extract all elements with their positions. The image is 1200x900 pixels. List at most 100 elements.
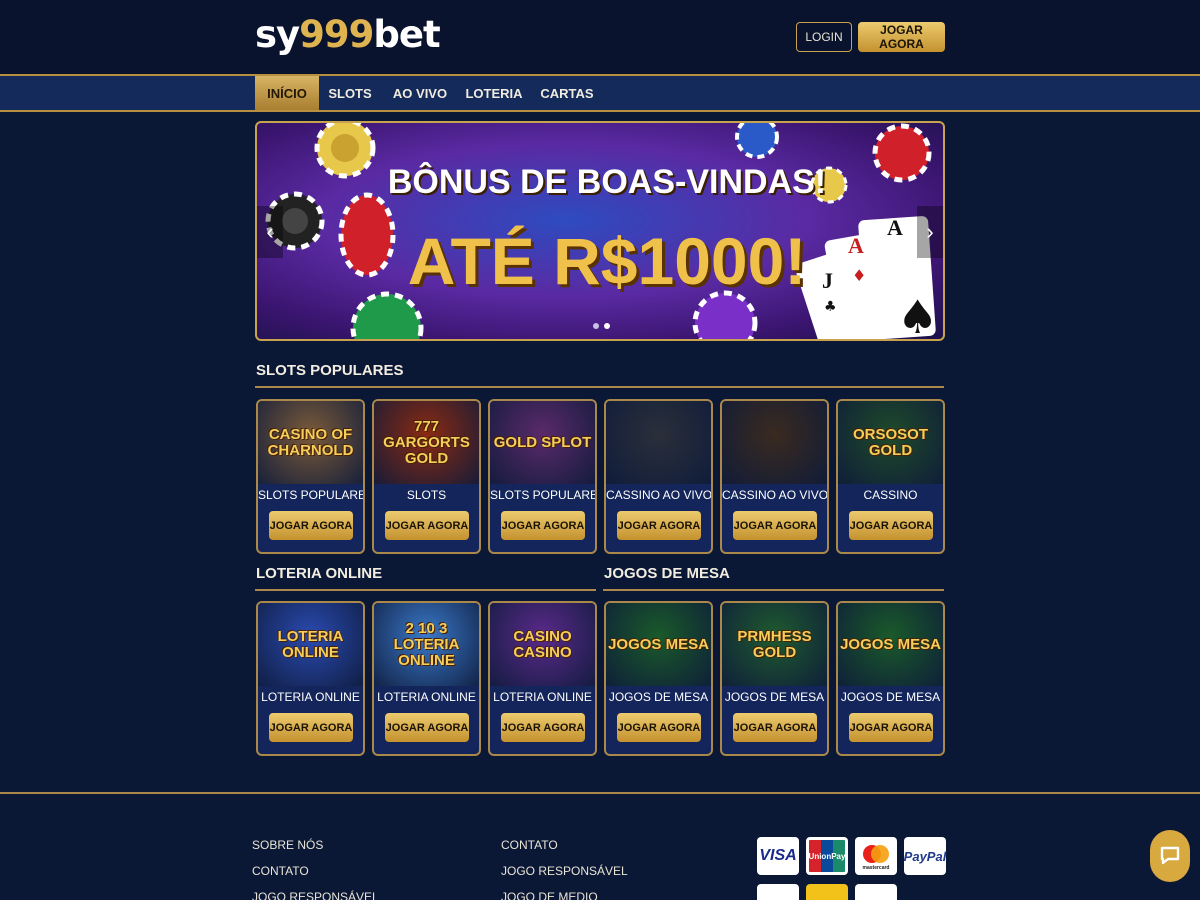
nav-item-slots[interactable]: SLOTS bbox=[322, 76, 378, 110]
poker-chip-icon bbox=[872, 123, 932, 183]
play-now-button[interactable]: JOGAR AGORA bbox=[501, 713, 585, 742]
payment-icon bbox=[855, 884, 897, 900]
play-now-button[interactable]: JOGAR AGORA bbox=[269, 713, 353, 742]
chevron-left-icon[interactable]: ‹ bbox=[257, 206, 283, 258]
section-divider bbox=[603, 589, 944, 591]
svg-text:♠: ♠ bbox=[897, 290, 938, 341]
game-card[interactable]: JOGOS MESA JOGOS DE MESA JOGAR AGORA bbox=[836, 601, 945, 756]
poker-chip-icon bbox=[735, 123, 779, 159]
game-thumbnail[interactable]: ORSOSOT GOLD bbox=[838, 401, 943, 484]
play-now-button[interactable]: JOGAR AGORA bbox=[617, 511, 701, 540]
play-now-button[interactable]: JOGAR AGORA bbox=[849, 511, 933, 540]
nav-item-inicio[interactable]: INÍCIO bbox=[255, 76, 319, 110]
game-thumbnail[interactable]: CASINO OF CHARNOLD bbox=[258, 401, 363, 484]
login-button[interactable]: LOGIN bbox=[796, 22, 852, 52]
section-divider bbox=[255, 386, 944, 388]
game-card-label: SLOTS POPULARES bbox=[258, 488, 365, 502]
game-thumbnail[interactable] bbox=[606, 401, 711, 484]
carousel-dots bbox=[593, 323, 610, 329]
logo-text-bet: bet bbox=[373, 13, 440, 56]
footer-link[interactable]: JOGO DE MEDIO bbox=[501, 890, 598, 900]
game-thumbnail[interactable]: JOGOS MESA bbox=[838, 603, 943, 686]
game-thumbnail[interactable]: PRMHESS GOLD bbox=[722, 603, 827, 686]
footer-link[interactable]: JOGO RESPONSÁVEL bbox=[501, 864, 628, 878]
game-card-label: LOTERIA ONLINE bbox=[377, 690, 476, 704]
game-card[interactable]: 777 GARGORTS GOLD SLOTS JOGAR AGORA bbox=[372, 399, 481, 554]
game-thumbnail[interactable]: CASINO CASINO bbox=[490, 603, 595, 686]
unionpay-icon: UnionPay bbox=[806, 837, 848, 875]
game-thumbnail[interactable]: JOGOS MESA bbox=[606, 603, 711, 686]
game-thumbnail[interactable] bbox=[722, 401, 827, 484]
banner-amount: ATÉ R$1000! bbox=[407, 224, 807, 298]
svg-text:A: A bbox=[887, 215, 903, 240]
game-card[interactable]: CASSINO AO VIVO JOGAR AGORA bbox=[720, 399, 829, 554]
payment-icon bbox=[806, 884, 848, 900]
game-card[interactable]: LOTERIA ONLINE LOTERIA ONLINE JOGAR AGORA bbox=[256, 601, 365, 756]
section-title-slots: SLOTS POPULARES bbox=[256, 362, 404, 379]
footer-link[interactable]: CONTATO bbox=[252, 864, 309, 878]
game-card[interactable]: ORSOSOT GOLD CASSINO JOGAR AGORA bbox=[836, 399, 945, 554]
logo-text-999: 999 bbox=[299, 13, 374, 56]
game-card[interactable]: CASINO CASINO LOTERIA ONLINE JOGAR AGORA bbox=[488, 601, 597, 756]
game-card[interactable]: JOGOS MESA JOGOS DE MESA JOGAR AGORA bbox=[604, 601, 713, 756]
payment-icon bbox=[757, 884, 799, 900]
game-card[interactable]: PRMHESS GOLD JOGOS DE MESA JOGAR AGORA bbox=[720, 601, 829, 756]
game-card[interactable]: GOLD SPLOT SLOTS POPULARES JOGAR AGORA bbox=[488, 399, 597, 554]
poker-chip-icon bbox=[350, 291, 424, 339]
play-now-button[interactable]: JOGAR AGORA bbox=[733, 511, 817, 540]
svg-text:♣: ♣ bbox=[824, 299, 837, 315]
footer-divider bbox=[0, 792, 1200, 794]
promo-banner[interactable]: J A A ♠ ♦ ♣ BÔNUS DE BOAS-VINDAS! ATÉ R$… bbox=[255, 121, 945, 341]
footer-link[interactable]: SOBRE NÓS bbox=[252, 838, 323, 852]
play-now-button[interactable]: JOGAR AGORA bbox=[501, 511, 585, 540]
game-card-label: LOTERIA ONLINE bbox=[261, 690, 360, 704]
game-card[interactable]: CASINO OF CHARNOLD SLOTS POPULARES JOGAR A… bbox=[256, 399, 365, 554]
game-card-label: SLOTS bbox=[406, 488, 447, 502]
game-card-label: JOGOS DE MESA bbox=[608, 690, 709, 704]
carousel-dot-active[interactable] bbox=[604, 323, 610, 329]
banner-headline: BÔNUS DE BOAS-VINDAS! bbox=[387, 163, 827, 201]
game-card-label: CASSINO bbox=[863, 488, 918, 502]
section-title-mesa: JOGOS DE MESA bbox=[604, 565, 730, 582]
main-nav: INÍCIO SLOTS AO VIVO LOTERIA CARTAS bbox=[0, 74, 1200, 112]
game-card-label: LOTERIA ONLINE bbox=[493, 690, 592, 704]
game-thumbnail[interactable]: GOLD SPLOT bbox=[490, 401, 595, 484]
nav-item-loteria[interactable]: LOTERIA bbox=[462, 76, 526, 110]
poker-chip-icon bbox=[692, 290, 758, 339]
chat-bubble-icon[interactable] bbox=[1150, 830, 1190, 882]
svg-text:♦: ♦ bbox=[852, 266, 866, 285]
nav-item-cartas[interactable]: CARTAS bbox=[536, 76, 598, 110]
header-play-now-button[interactable]: JOGAR AGORA bbox=[858, 22, 945, 52]
game-card-label: CASSINO AO VIVO bbox=[606, 488, 713, 502]
site-header: sy999bet LOGIN JOGAR AGORA bbox=[0, 0, 1200, 74]
game-card[interactable]: CASSINO AO VIVO JOGAR AGORA bbox=[604, 399, 713, 554]
play-now-button[interactable]: JOGAR AGORA bbox=[849, 713, 933, 742]
play-now-button[interactable]: JOGAR AGORA bbox=[385, 511, 469, 540]
footer-link[interactable]: JOGO RESPONSÁVEL bbox=[252, 890, 379, 900]
section-title-loteria: LOTERIA ONLINE bbox=[256, 565, 383, 582]
play-now-button[interactable]: JOGAR AGORA bbox=[385, 713, 469, 742]
mastercard-icon: mastercard bbox=[855, 837, 897, 875]
game-card-label: CASSINO AO VIVO bbox=[722, 488, 829, 502]
game-thumbnail[interactable]: LOTERIA ONLINE bbox=[258, 603, 363, 686]
game-card[interactable]: 2 10 3 LOTERIA ONLINE LOTERIA ONLINE JOGAR… bbox=[372, 601, 481, 756]
footer-link[interactable]: CONTATO bbox=[501, 838, 558, 852]
nav-item-ao-vivo[interactable]: AO VIVO bbox=[388, 76, 452, 110]
chevron-right-icon[interactable]: › bbox=[917, 206, 943, 258]
carousel-dot[interactable] bbox=[593, 323, 599, 329]
game-thumbnail[interactable]: 777 GARGORTS GOLD bbox=[374, 401, 479, 484]
game-card-label: SLOTS POPULARES bbox=[490, 488, 597, 502]
play-now-button[interactable]: JOGAR AGORA bbox=[733, 713, 817, 742]
svg-text:A: A bbox=[848, 233, 864, 258]
mastercard-label: mastercard bbox=[863, 865, 890, 870]
section-divider bbox=[255, 589, 596, 591]
game-card-label: JOGOS DE MESA bbox=[840, 690, 941, 704]
visa-icon: VISA bbox=[757, 837, 799, 875]
poker-chip-icon bbox=[314, 123, 376, 179]
site-logo[interactable]: sy999bet bbox=[255, 12, 441, 58]
paypal-icon: PayPal bbox=[904, 837, 946, 875]
play-now-button[interactable]: JOGAR AGORA bbox=[617, 713, 701, 742]
game-thumbnail[interactable]: 2 10 3 LOTERIA ONLINE bbox=[374, 603, 479, 686]
play-now-button[interactable]: JOGAR AGORA bbox=[269, 511, 353, 540]
logo-text-sy: sy bbox=[255, 13, 300, 56]
